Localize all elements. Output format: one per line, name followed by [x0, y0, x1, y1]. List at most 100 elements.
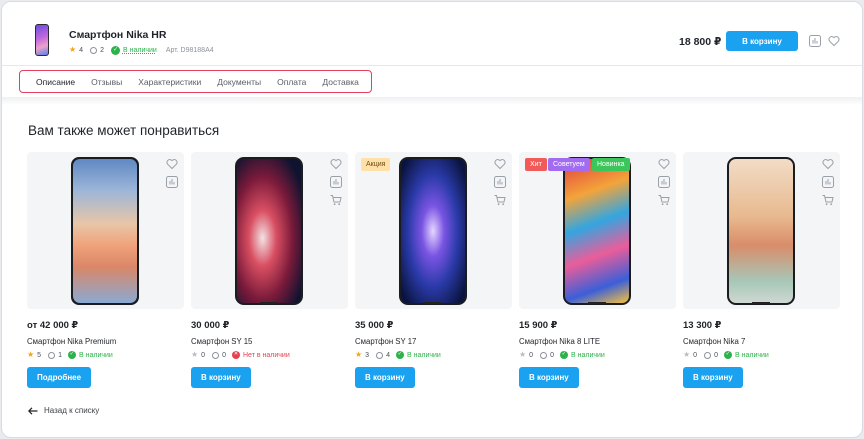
- add-to-cart-button[interactable]: В корзину: [355, 367, 415, 388]
- card-meta: ★ 0 0 ✓ В наличии: [683, 350, 769, 360]
- product-image[interactable]: [27, 152, 184, 309]
- card-name[interactable]: Смартфон Nika Premium: [27, 337, 116, 346]
- heart-icon[interactable]: [166, 158, 178, 170]
- card-reviews: 0: [714, 351, 718, 359]
- card-availability: В наличии: [406, 351, 441, 359]
- heart-icon[interactable]: [330, 158, 342, 170]
- tab-payment[interactable]: Оплата: [269, 77, 314, 87]
- card-meta: ★ 5 1 ✓ В наличии: [27, 350, 113, 360]
- comment-icon: [48, 351, 56, 359]
- unavailable-icon: ✕: [231, 351, 240, 359]
- check-icon: ✓: [395, 351, 404, 359]
- tab-reviews[interactable]: Отзывы: [83, 77, 130, 87]
- card-reviews: 0: [550, 351, 554, 359]
- product-card: от 42 000 ₽ Смартфон Nika Premium ★ 5 1 …: [27, 152, 184, 392]
- product-rating: 4: [79, 46, 84, 54]
- heart-icon[interactable]: [494, 158, 506, 170]
- product-title: Смартфон Nika HR: [69, 29, 167, 41]
- compare-icon[interactable]: [809, 35, 821, 47]
- check-icon: ✓: [110, 45, 120, 55]
- product-price: 18 800 ₽: [679, 36, 722, 48]
- card-availability: Нет в наличии: [242, 351, 290, 359]
- page-frame: Смартфон Nika HR ★ 4 2 ✓ В наличии Арт. …: [1, 1, 863, 438]
- card-name[interactable]: Смартфон SY 17: [355, 337, 416, 346]
- heart-icon[interactable]: [658, 158, 670, 170]
- badge-hit: Хит: [525, 158, 547, 171]
- comment-icon: [704, 351, 712, 359]
- product-card: Хит Советуем Новинка 15 900 ₽ Смартфон N…: [519, 152, 676, 392]
- add-to-cart-button[interactable]: В корзину: [519, 367, 579, 388]
- phone-image: [727, 157, 795, 305]
- card-meta: ★ 0 0 ✕ Нет в наличии: [191, 350, 290, 360]
- check-icon: ✓: [559, 351, 568, 359]
- comment-icon: [376, 351, 384, 359]
- product-image[interactable]: Акция: [355, 152, 512, 309]
- card-price: 35 000 ₽: [355, 320, 394, 331]
- cart-icon[interactable]: [822, 194, 834, 206]
- cart-icon[interactable]: [330, 194, 342, 206]
- star-icon: ★: [191, 350, 199, 359]
- card-availability: В наличии: [570, 351, 605, 359]
- cart-icon[interactable]: [494, 194, 506, 206]
- star-icon: ★: [69, 45, 77, 54]
- arrow-left-icon: [28, 406, 38, 415]
- compare-icon[interactable]: [822, 176, 834, 188]
- phone-image: [399, 157, 467, 305]
- comment-icon: [540, 351, 548, 359]
- availability-status[interactable]: В наличии: [123, 47, 157, 54]
- tab-delivery[interactable]: Доставка: [314, 77, 367, 87]
- product-sticky-bar: Смартфон Nika HR ★ 4 2 ✓ В наличии Арт. …: [2, 2, 862, 66]
- comment-icon: [90, 46, 98, 54]
- add-to-cart-button[interactable]: В корзину: [726, 31, 798, 51]
- product-tabs: Описание Отзывы Характеристики Документы…: [19, 70, 372, 93]
- product-thumbnail[interactable]: [35, 24, 49, 56]
- product-card: Акция 35 000 ₽ Смартфон SY 17 ★ 3 4 ✓ В …: [355, 152, 512, 392]
- star-icon: ★: [355, 350, 363, 359]
- back-to-list-label: Назад к списку: [44, 406, 100, 415]
- card-price: от 42 000 ₽: [27, 320, 79, 331]
- cart-icon[interactable]: [658, 194, 670, 206]
- card-name[interactable]: Смартфон SY 15: [191, 337, 252, 346]
- badge-recommended: Советуем: [548, 158, 590, 171]
- card-reviews: 1: [58, 351, 62, 359]
- product-image[interactable]: [191, 152, 348, 309]
- add-to-cart-button[interactable]: В корзину: [683, 367, 743, 388]
- check-icon: ✓: [67, 351, 76, 359]
- badge-sale: Акция: [361, 158, 391, 171]
- tab-description[interactable]: Описание: [28, 77, 83, 87]
- product-reviews-count: 2: [100, 46, 104, 54]
- card-price: 30 000 ₽: [191, 320, 230, 331]
- tab-documents[interactable]: Документы: [209, 77, 269, 87]
- card-price: 13 300 ₽: [683, 320, 722, 331]
- card-rating: 0: [529, 351, 534, 359]
- card-name[interactable]: Смартфон Nika 8 LITE: [519, 337, 600, 346]
- star-icon: ★: [519, 350, 527, 359]
- card-meta: ★ 0 0 ✓ В наличии: [519, 350, 605, 360]
- compare-icon[interactable]: [494, 176, 506, 188]
- comment-icon: [212, 351, 220, 359]
- back-to-list-link[interactable]: Назад к списку: [28, 406, 99, 415]
- compare-icon[interactable]: [166, 176, 178, 188]
- product-card: 13 300 ₽ Смартфон Nika 7 ★ 0 0 ✓ В налич…: [683, 152, 840, 392]
- phone-image: [235, 157, 303, 305]
- details-button[interactable]: Подробнее: [27, 367, 92, 388]
- product-image[interactable]: Хит Советуем Новинка: [519, 152, 676, 309]
- star-icon: ★: [683, 350, 691, 359]
- product-card: 30 000 ₽ Смартфон SY 15 ★ 0 0 ✕ Нет в на…: [191, 152, 348, 392]
- card-reviews: 0: [222, 351, 226, 359]
- check-icon: ✓: [723, 351, 732, 359]
- tab-specifications[interactable]: Характеристики: [130, 77, 209, 87]
- card-reviews: 4: [386, 351, 390, 359]
- product-image[interactable]: [683, 152, 840, 309]
- card-price: 15 900 ₽: [519, 320, 558, 331]
- card-name[interactable]: Смартфон Nika 7: [683, 337, 745, 346]
- compare-icon[interactable]: [330, 176, 342, 188]
- phone-image: [71, 157, 139, 305]
- heart-icon[interactable]: [822, 158, 834, 170]
- section-title: Вам также может понравиться: [28, 123, 220, 138]
- compare-icon[interactable]: [658, 176, 670, 188]
- heart-icon[interactable]: [828, 35, 840, 47]
- add-to-cart-button[interactable]: В корзину: [191, 367, 251, 388]
- product-meta: ★ 4 2 ✓ В наличии Арт. D98188A4: [69, 44, 214, 56]
- product-article: Арт. D98188A4: [165, 46, 214, 54]
